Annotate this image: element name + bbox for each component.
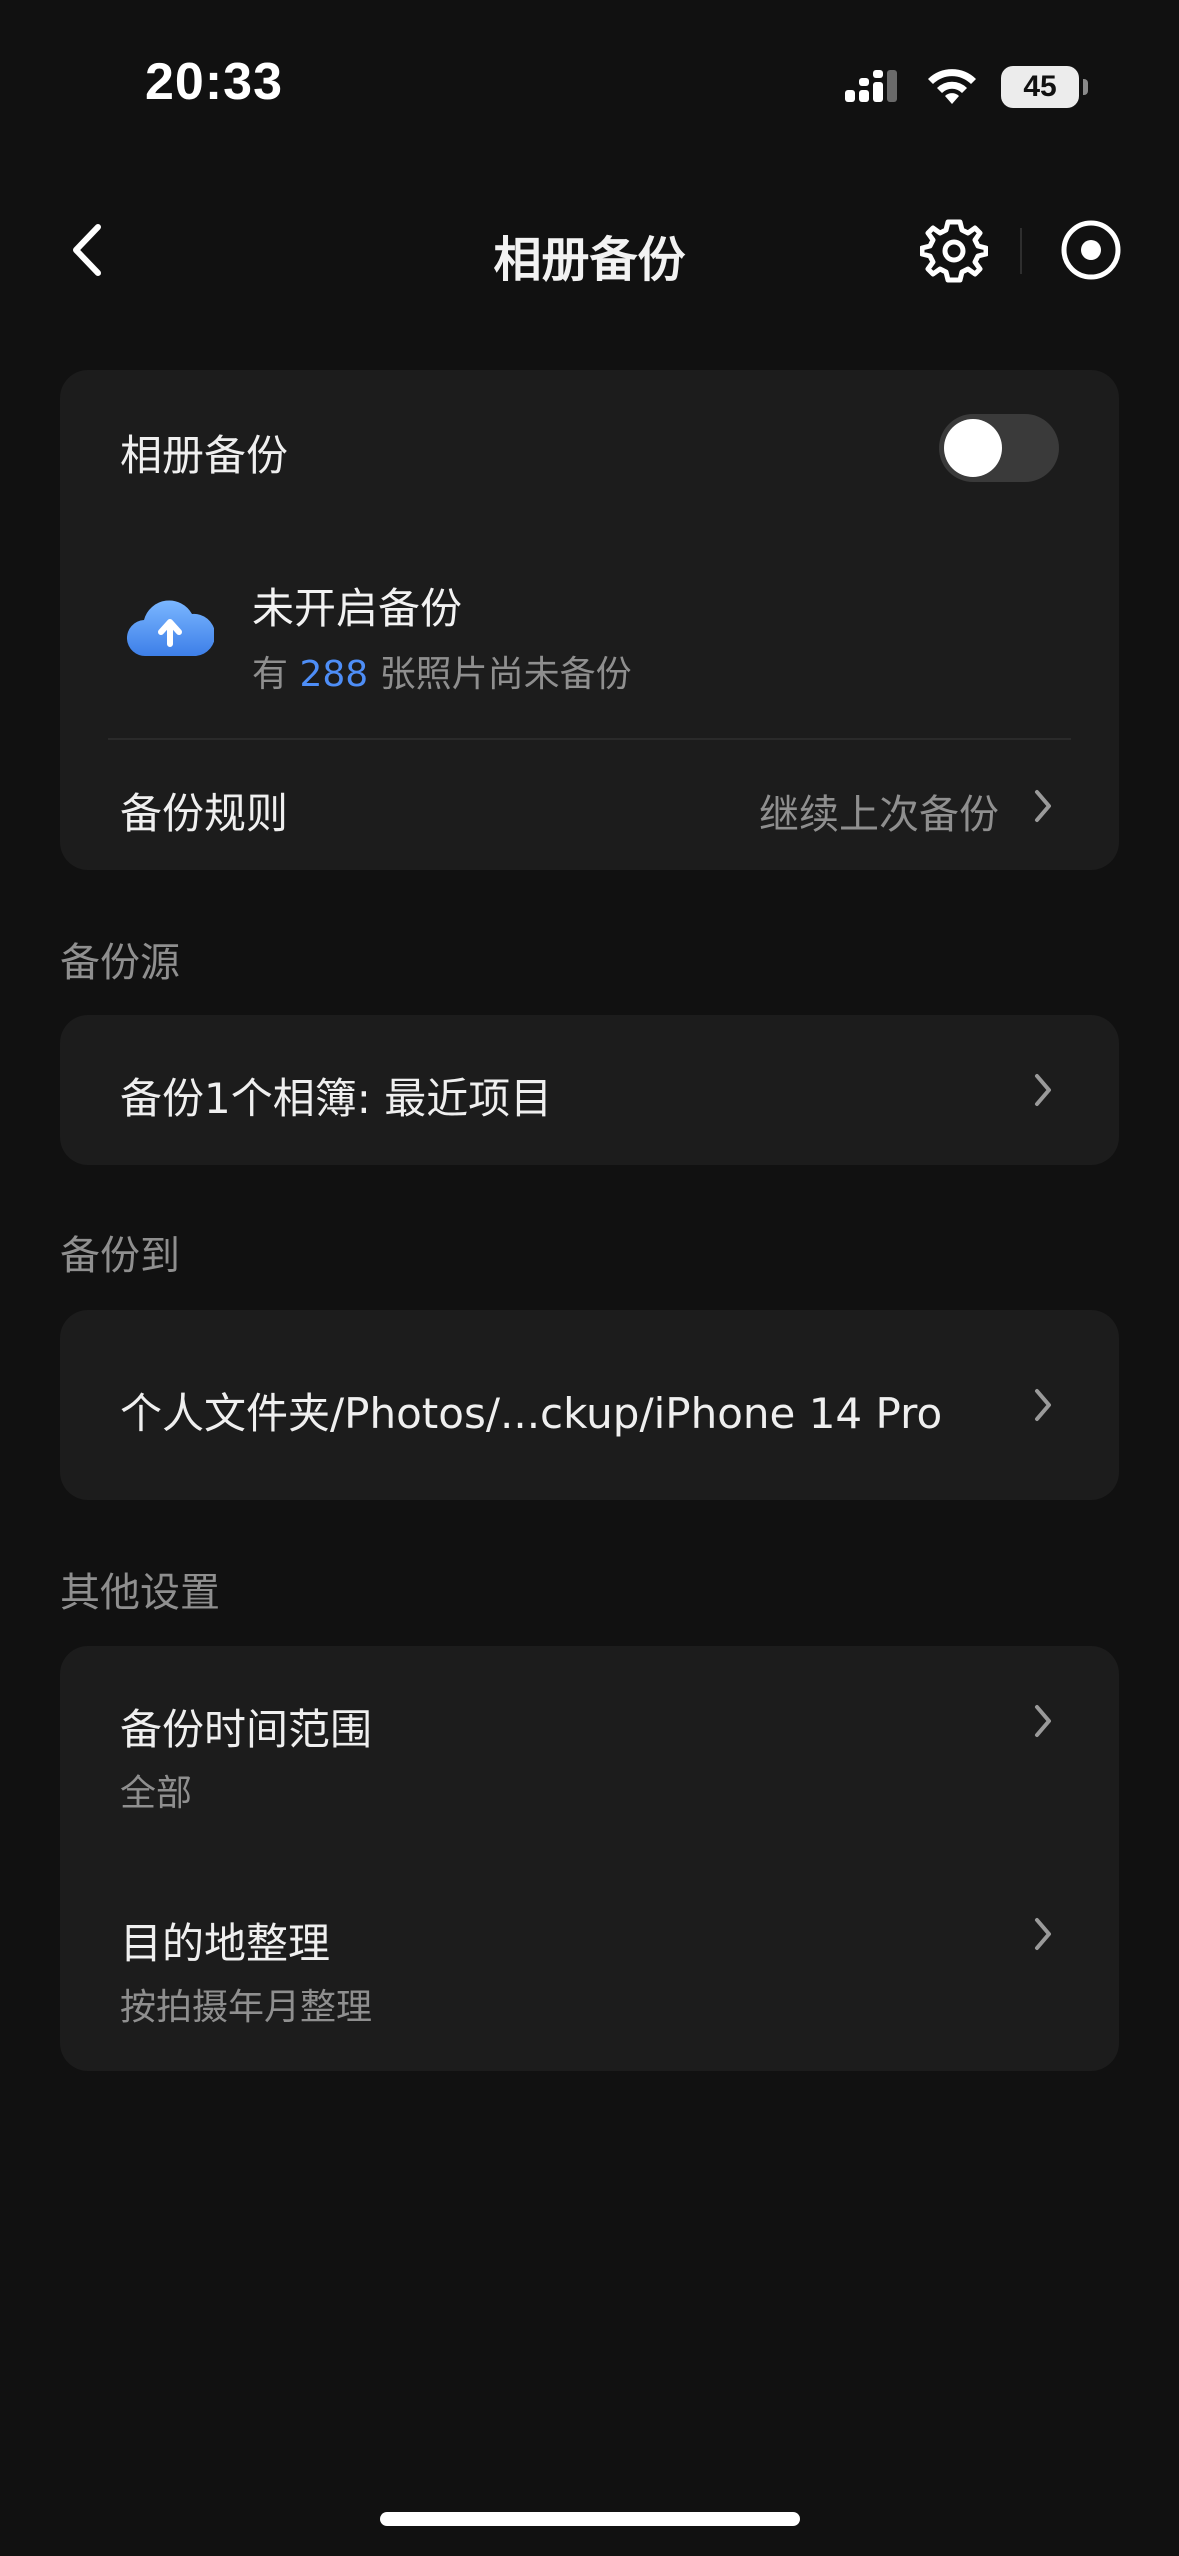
- section-label-destination: 备份到: [60, 1233, 180, 1279]
- destination-organize-value: 按拍摄年月整理: [120, 1987, 373, 2028]
- backup-source-row[interactable]: 备份1个相簿: 最近项目: [60, 1015, 1119, 1165]
- backup-rule-label: 备份规则: [120, 789, 289, 838]
- chevron-right-icon: [1035, 1705, 1051, 1737]
- backup-card: 相册备份 未开启备份 有 288 张照片尚未备份 备份规则 继续上次备份: [60, 370, 1119, 870]
- backup-time-range-row[interactable]: 备份时间范围 全部: [60, 1646, 1119, 1856]
- status-prefix: 有: [252, 654, 289, 695]
- backup-destination-path: 个人文件夹/Photos/...ckup/iPhone 14 Pro: [120, 1389, 943, 1438]
- backup-time-range-value: 全部: [120, 1773, 193, 1814]
- destination-organize-title: 目的地整理: [120, 1919, 331, 1968]
- section-label-source: 备份源: [60, 940, 180, 986]
- status-suffix: 张照片尚未备份: [379, 654, 632, 695]
- wifi-icon: [928, 69, 976, 104]
- status-bar: 20:33 45: [0, 0, 1179, 170]
- destination-organize-row[interactable]: 目的地整理 按拍摄年月整理: [60, 1858, 1119, 2071]
- record-icon[interactable]: [1057, 216, 1125, 284]
- chevron-right-icon: [1035, 1074, 1051, 1106]
- nav-divider: [1020, 228, 1022, 274]
- page-title: 相册备份: [493, 232, 686, 288]
- backup-destination-row[interactable]: 个人文件夹/Photos/...ckup/iPhone 14 Pro: [60, 1310, 1119, 1500]
- cloud-upload-icon: [126, 600, 214, 657]
- nav-bar: 相册备份: [0, 180, 1179, 320]
- other-settings-card: 备份时间范围 全部 目的地整理 按拍摄年月整理: [60, 1646, 1119, 2071]
- backup-toggle[interactable]: [939, 414, 1059, 482]
- chevron-right-icon: [1035, 1918, 1051, 1950]
- chevron-right-icon: [1035, 790, 1051, 822]
- gear-icon[interactable]: [920, 216, 988, 284]
- status-icons: 45: [843, 62, 1088, 112]
- battery-level: 45: [1023, 70, 1057, 103]
- home-indicator[interactable]: [380, 2512, 800, 2526]
- toggle-knob: [944, 419, 1002, 477]
- section-label-other: 其他设置: [60, 1570, 220, 1616]
- backup-rule-row[interactable]: 备份规则 继续上次备份: [60, 740, 1119, 870]
- backup-source-value: 备份1个相簿: 最近项目: [120, 1074, 553, 1123]
- backup-status-title: 未开启备份: [252, 584, 463, 633]
- backup-time-range-title: 备份时间范围: [120, 1705, 373, 1754]
- status-time: 20:33: [145, 53, 283, 111]
- backup-toggle-label: 相册备份: [120, 431, 289, 480]
- backup-status-subtitle: 有 288 张照片尚未备份: [252, 645, 632, 697]
- signal-icon: [845, 70, 897, 102]
- chevron-right-icon: [1035, 1389, 1051, 1421]
- battery-icon: 45: [1001, 66, 1088, 108]
- backup-rule-value: 继续上次备份: [759, 792, 999, 838]
- unbacked-photo-count: 288: [299, 654, 369, 695]
